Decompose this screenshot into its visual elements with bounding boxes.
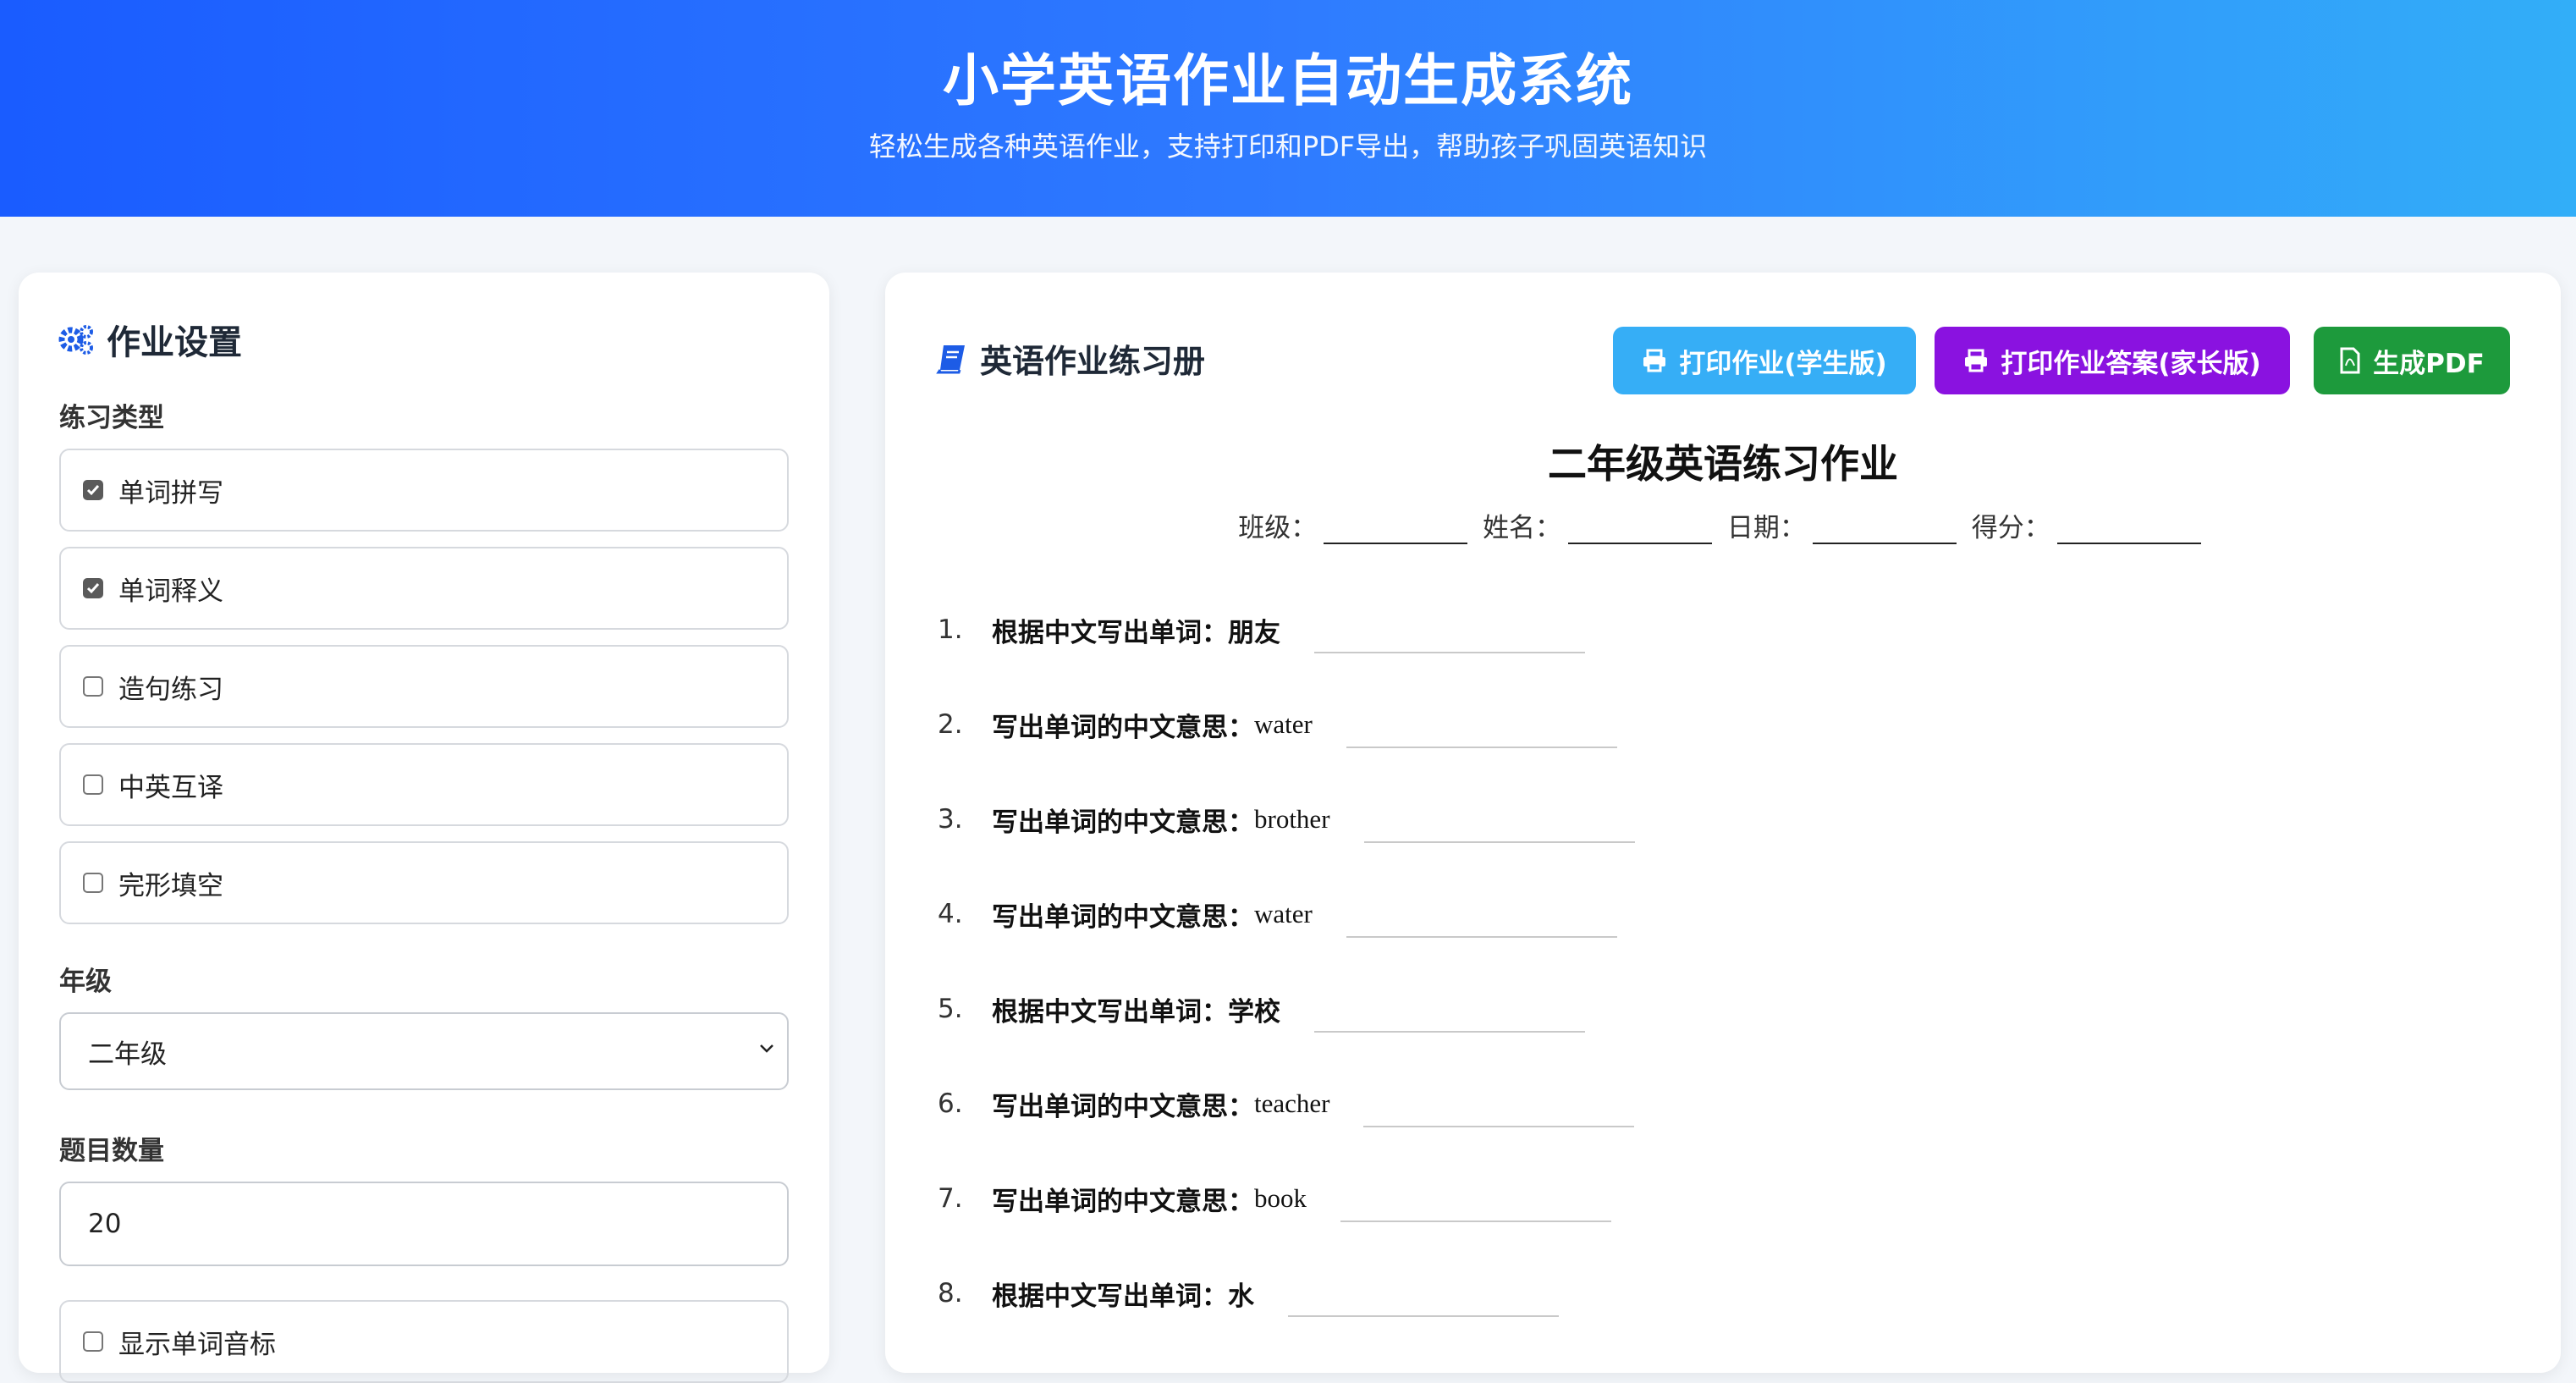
question-number: 8. <box>938 1278 963 1309</box>
question-prompt: 根据中文写出单词： <box>992 996 1228 1028</box>
question-number: 6. <box>938 1088 963 1119</box>
phonetic-option[interactable]: 显示单词音标 <box>59 1300 789 1383</box>
question-prompt: 写出单词的中文意思： <box>992 712 1254 743</box>
answer-line <box>1340 1175 1611 1222</box>
question-prompt: 写出单词的中文意思： <box>992 1091 1254 1122</box>
question-item: 1. 根据中文写出单词： 朋友 <box>938 606 1585 653</box>
practice-option-cloze[interactable]: 完形填空 <box>59 841 789 924</box>
meta-score-label: 得分： <box>1971 513 2050 543</box>
practice-option-sentence[interactable]: 造句练习 <box>59 645 789 728</box>
question-number: 2. <box>938 709 963 740</box>
question-prompt: 写出单词的中文意思： <box>992 807 1254 838</box>
workbook-title-text: 英语作业练习册 <box>980 343 1206 380</box>
class-blank <box>1324 519 1468 544</box>
option-label: 造句练习 <box>118 674 223 705</box>
name-blank <box>1568 519 1713 544</box>
question-item: 6. 写出单词的中文意思： teacher <box>938 1080 1635 1127</box>
book-icon <box>936 344 965 373</box>
practice-option-translation[interactable]: 中英互译 <box>59 743 789 826</box>
answer-line <box>1346 890 1617 938</box>
question-count-value: 20 <box>88 1209 122 1239</box>
question-item: 8. 根据中文写出单词： 水 <box>938 1270 1559 1317</box>
question-item: 3. 写出单词的中文意思： brother <box>938 796 1635 843</box>
checkbox-translation[interactable] <box>83 774 103 795</box>
score-blank <box>2056 519 2201 544</box>
question-prompt: 写出单词的中文意思： <box>992 901 1254 933</box>
option-label: 中英互译 <box>118 772 223 803</box>
settings-title: 作业设置 <box>58 315 242 364</box>
option-label: 单词拼写 <box>118 477 223 509</box>
printer-icon <box>1643 349 1666 372</box>
answer-line <box>1314 985 1585 1033</box>
option-label: 完形填空 <box>118 870 223 901</box>
grade-label: 年级 <box>59 967 112 997</box>
generate-pdf-button[interactable]: 生成PDF <box>2314 327 2510 394</box>
button-label: 打印作业(学生版) <box>1679 348 1887 379</box>
settings-title-text: 作业设置 <box>107 323 242 362</box>
option-label: 单词释义 <box>118 576 223 607</box>
button-label: 打印作业答案(家长版) <box>2001 348 2261 379</box>
meta-name-label: 姓名： <box>1483 513 1562 543</box>
count-label: 题目数量 <box>59 1136 164 1166</box>
homework-meta: 班级： 姓名： 日期： 得分： <box>885 506 2561 544</box>
practice-type-label: 练习类型 <box>59 403 164 433</box>
question-word: water <box>1254 899 1313 928</box>
gears-icon <box>58 325 93 355</box>
workbook-panel: 英语作业练习册 打印作业(学生版) 打印作业答案(家长版) 生成PDF 二年级英… <box>885 273 2561 1373</box>
answer-line <box>1363 1080 1635 1127</box>
settings-panel: 作业设置 练习类型 单词拼写 单词释义 造句练习 中英互译 完形填空 年级 二年… <box>19 273 829 1383</box>
checkbox-spelling[interactable] <box>83 480 103 500</box>
answer-line <box>1346 701 1617 748</box>
question-word: water <box>1254 709 1313 739</box>
checkbox-cloze[interactable] <box>83 873 103 893</box>
question-number: 7. <box>938 1183 963 1214</box>
question-prompt: 写出单词的中文意思： <box>992 1186 1254 1217</box>
grade-select[interactable]: 二年级 <box>59 1012 789 1090</box>
page-header: 小学英语作业自动生成系统 轻松生成各种英语作业，支持打印和PDF导出，帮助孩子巩… <box>0 0 2576 217</box>
question-prompt: 根据中文写出单词： <box>992 617 1228 648</box>
question-item: 4. 写出单词的中文意思： water <box>938 890 1617 938</box>
page-subtitle: 轻松生成各种英语作业，支持打印和PDF导出，帮助孩子巩固英语知识 <box>868 130 1708 163</box>
question-word: brother <box>1254 804 1330 834</box>
workbook-title: 英语作业练习册 <box>936 335 1205 382</box>
question-word: teacher <box>1254 1088 1330 1118</box>
question-item: 2. 写出单词的中文意思： water <box>938 701 1617 748</box>
print-answers-button[interactable]: 打印作业答案(家长版) <box>1935 327 2290 394</box>
pdf-file-icon <box>2340 347 2360 374</box>
question-word: 水 <box>1228 1281 1254 1312</box>
checkbox-phonetic[interactable] <box>83 1331 103 1352</box>
print-student-button[interactable]: 打印作业(学生版) <box>1613 327 1916 394</box>
printer-icon <box>1965 349 1988 372</box>
practice-option-meaning[interactable]: 单词释义 <box>59 547 789 630</box>
question-prompt: 根据中文写出单词： <box>992 1281 1228 1312</box>
date-blank <box>1812 519 1957 544</box>
answer-line <box>1314 606 1585 653</box>
question-word: 朋友 <box>1228 617 1280 648</box>
question-number: 5. <box>938 994 963 1024</box>
question-word: 学校 <box>1228 996 1280 1028</box>
grade-select-value: 二年级 <box>88 1039 167 1070</box>
button-label: 生成PDF <box>2373 348 2485 379</box>
meta-class-label: 班级： <box>1238 513 1318 543</box>
question-word: book <box>1254 1183 1307 1213</box>
chevron-down-icon <box>760 1044 773 1053</box>
answer-line <box>1363 796 1635 843</box>
option-label: 显示单词音标 <box>118 1329 276 1360</box>
practice-option-spelling[interactable]: 单词拼写 <box>59 449 789 532</box>
page-title: 小学英语作业自动生成系统 <box>943 48 1633 113</box>
question-number: 3. <box>938 804 963 835</box>
question-number: 1. <box>938 614 963 645</box>
question-item: 7. 写出单词的中文意思： book <box>938 1175 1611 1222</box>
question-number: 4. <box>938 899 963 929</box>
question-item: 5. 根据中文写出单词： 学校 <box>938 985 1585 1033</box>
checkbox-meaning[interactable] <box>83 578 103 598</box>
homework-title: 二年级英语练习作业 <box>1548 441 1898 487</box>
checkbox-sentence[interactable] <box>83 676 103 697</box>
answer-line <box>1288 1270 1559 1317</box>
question-count-input[interactable]: 20 <box>59 1182 789 1266</box>
meta-date-label: 日期： <box>1726 513 1806 543</box>
